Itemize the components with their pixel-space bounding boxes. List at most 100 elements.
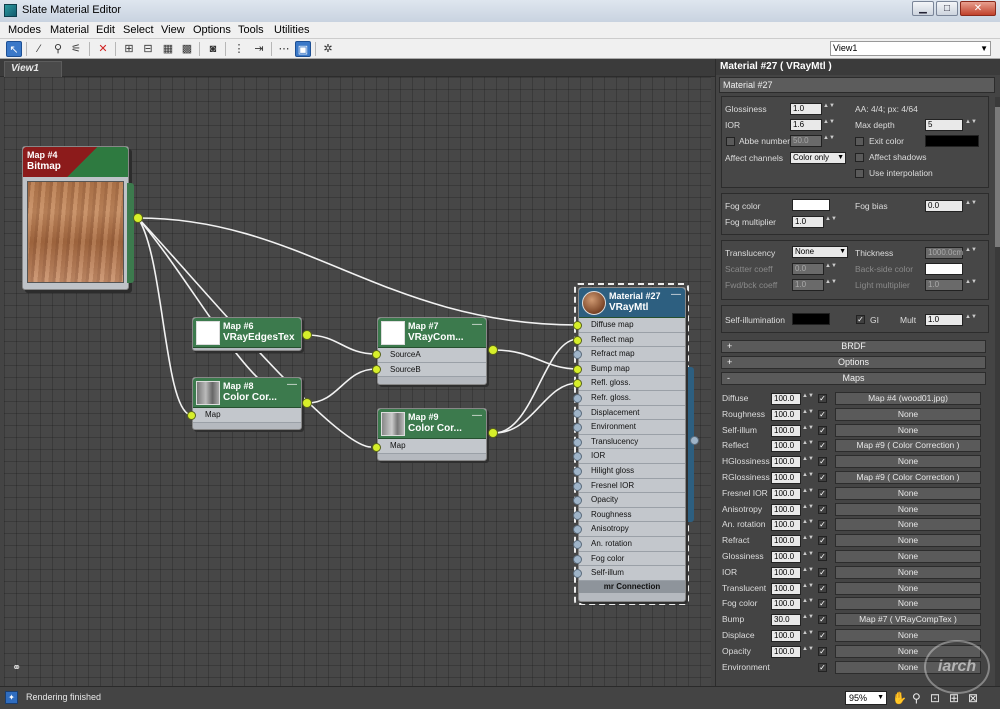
menu-options[interactable]: Options	[193, 24, 231, 36]
mtl-input-socket[interactable]	[573, 335, 582, 345]
zoom-dropdown[interactable]: 95% ▼	[845, 691, 887, 705]
menu-modes[interactable]: Modes	[8, 24, 41, 36]
map-amount-spinner[interactable]: 100.0	[771, 424, 801, 437]
options-rollout-header[interactable]: + Options	[721, 356, 986, 369]
spinner-arrows-icon[interactable]: ▲▼	[823, 135, 835, 147]
exit-color-swatch[interactable]	[925, 135, 979, 147]
map-enable-checkbox[interactable]: ✓	[818, 488, 827, 498]
self-illum-color-swatch[interactable]	[792, 313, 830, 325]
menu-edit[interactable]: Edit	[96, 24, 115, 36]
bitmap-node-header[interactable]: Map #4 Bitmap	[23, 147, 128, 177]
map-amount-spinner[interactable]: 100.0	[771, 408, 801, 421]
comp-sourcea-socket[interactable]	[372, 350, 381, 359]
spinner-arrows-icon[interactable]: ▲▼	[802, 567, 814, 579]
map-amount-spinner[interactable]: 100.0	[771, 393, 801, 405]
spinner-arrows-icon[interactable]: ▲▼	[802, 409, 814, 421]
spinner-arrows-icon[interactable]: ▲▼	[825, 216, 837, 228]
spinner-arrows-icon[interactable]: ▲▼	[965, 314, 977, 326]
menu-material[interactable]: Material	[50, 24, 89, 36]
abbe-checkbox[interactable]	[726, 137, 735, 146]
comp-output-socket[interactable]	[488, 345, 498, 355]
mtl-input-socket[interactable]	[573, 364, 582, 374]
maximize-button[interactable]: □	[936, 1, 958, 16]
spinner-arrows-icon[interactable]: ▲▼	[802, 393, 814, 405]
view-select-dropdown[interactable]: View1 ▼	[830, 41, 991, 56]
cc9-output-socket[interactable]	[488, 428, 498, 438]
map-amount-spinner[interactable]: 100.0	[771, 456, 801, 469]
mtl-node-header[interactable]: Material #27 VRayMtl —	[579, 288, 685, 318]
map-amount-spinner[interactable]: 100.0	[771, 535, 801, 548]
mtl-input-socket[interactable]	[573, 408, 582, 418]
map-slot-button[interactable]: None	[835, 565, 981, 579]
mtl-input-socket[interactable]	[573, 481, 582, 491]
map-amount-spinner[interactable]: 100.0	[771, 487, 801, 500]
minimize-node-icon[interactable]: —	[671, 289, 681, 300]
map-enable-checkbox[interactable]: ✓	[818, 441, 827, 451]
fwd-bck-coeff-spinner[interactable]: 1.0	[792, 279, 824, 291]
cc9-map-input-socket[interactable]	[372, 443, 381, 452]
mtl-input-socket[interactable]	[573, 554, 582, 564]
fog-bias-spinner[interactable]: 0.0	[925, 200, 963, 212]
vraycomptex-node[interactable]: Map #7 VRayCom... — SourceA SourceB	[377, 317, 487, 385]
map-enable-checkbox[interactable]: ✓	[818, 646, 827, 656]
map-enable-checkbox[interactable]: ✓	[818, 583, 827, 593]
spinner-arrows-icon[interactable]: ▲▼	[802, 646, 814, 658]
exit-color-checkbox[interactable]	[855, 137, 864, 146]
map-slot-button[interactable]: None	[835, 581, 981, 595]
max-depth-spinner[interactable]: 5	[925, 119, 963, 131]
affect-shadows-checkbox[interactable]	[855, 153, 864, 162]
abbe-spinner[interactable]: 50.0	[790, 135, 822, 147]
map-slot-button[interactable]: None	[835, 534, 981, 548]
fog-multiplier-spinner[interactable]: 1.0	[792, 216, 824, 228]
spinner-arrows-icon[interactable]: ▲▼	[802, 614, 814, 626]
map-slot-button[interactable]: None	[835, 502, 981, 516]
close-button[interactable]: ✕	[960, 1, 996, 16]
mtl-input-socket[interactable]	[573, 394, 582, 403]
spinner-arrows-icon[interactable]: ▲▼	[965, 200, 977, 212]
spinner-arrows-icon[interactable]: ▲▼	[802, 583, 814, 595]
menu-utilities[interactable]: Utilities	[274, 24, 309, 36]
edgestex-node[interactable]: Map #6 VRayEdgesTex	[192, 317, 302, 351]
mr-connection-bar[interactable]: mr Connection	[579, 580, 685, 593]
map-enable-checkbox[interactable]: ✓	[818, 536, 827, 546]
spinner-arrows-icon[interactable]: ▲▼	[802, 425, 814, 437]
colorcorrection9-node[interactable]: Map #9 Color Cor... — Map	[377, 408, 487, 461]
hide-unused-icon[interactable]: ⋯	[276, 41, 292, 57]
delete-icon[interactable]: ✕	[95, 41, 111, 57]
cc8-map-input-socket[interactable]	[187, 411, 196, 420]
minimize-button[interactable]: ▁	[912, 1, 934, 16]
edgestex-node-header[interactable]: Map #6 VRayEdgesTex	[193, 318, 301, 348]
comp-sourceb-socket[interactable]	[372, 365, 381, 374]
mtl-input-socket[interactable]	[573, 510, 582, 520]
eyedropper-icon[interactable]: ⁄	[31, 41, 47, 57]
map-enable-checkbox[interactable]: ✓	[818, 473, 827, 482]
map-enable-checkbox[interactable]: ✓	[818, 504, 827, 514]
map-amount-spinner[interactable]: 100.0	[771, 645, 801, 658]
map-slot-button[interactable]: None	[835, 518, 981, 532]
cc9-node-header[interactable]: Map #9 Color Cor... —	[378, 409, 486, 439]
eyedropper-remove-icon[interactable]: ⚟	[68, 41, 84, 57]
spinner-arrows-icon[interactable]: ▲▼	[802, 630, 814, 642]
map-amount-spinner[interactable]: 100.0	[771, 630, 801, 642]
layout-children-icon[interactable]: ⊟	[140, 41, 156, 57]
map-slot-button[interactable]: None	[835, 597, 981, 611]
map-enable-checkbox[interactable]: ✓	[818, 409, 827, 419]
spinner-arrows-icon[interactable]: ▲▼	[802, 472, 814, 484]
maps-rollout-header[interactable]: - Maps	[721, 372, 986, 385]
map-enable-checkbox[interactable]: ✓	[818, 662, 827, 672]
map-slot-button[interactable]: Map #9 ( Color Correction )	[835, 471, 981, 484]
map-slot-button[interactable]: None	[835, 423, 981, 437]
thickness-spinner[interactable]: 1000.0cm	[925, 247, 963, 259]
scatter-coeff-spinner[interactable]: 0.0	[792, 263, 824, 275]
mtl-output-socket[interactable]	[690, 436, 699, 445]
zoom-magnifier-icon[interactable]: ⚲	[912, 691, 921, 705]
panel-scrollbar[interactable]	[995, 97, 1000, 687]
map-amount-spinner[interactable]: 100.0	[771, 598, 801, 611]
map-enable-checkbox[interactable]: ✓	[818, 552, 827, 561]
show-map-icon[interactable]: ◙	[205, 41, 221, 57]
gi-checkbox[interactable]: ✓	[856, 315, 865, 324]
show-end-result-icon[interactable]: ⋮	[231, 41, 247, 57]
zoom-all-icon[interactable]: ⊠	[968, 691, 978, 705]
select-arrow-icon[interactable]: ↖	[6, 41, 22, 57]
cc8-node-header[interactable]: Map #8 Color Cor... —	[193, 378, 301, 408]
